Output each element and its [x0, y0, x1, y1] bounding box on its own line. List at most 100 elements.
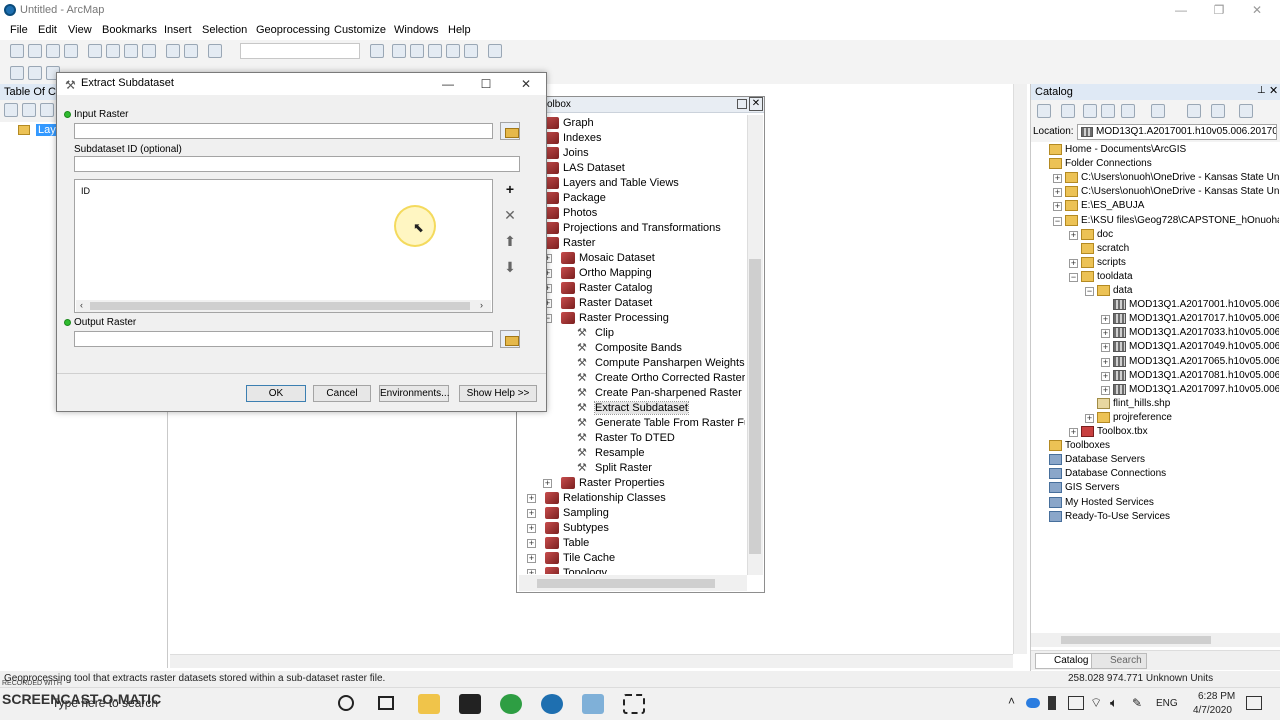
move-down-icon[interactable]: ⬇	[500, 257, 520, 277]
back-icon[interactable]	[1037, 104, 1051, 118]
tool-item[interactable]: ⚒ Clip	[517, 326, 745, 341]
toolset-item[interactable]: Graph	[517, 116, 745, 131]
toolset-item[interactable]: + Sampling	[517, 506, 745, 521]
catalog-item[interactable]: + doc	[1031, 228, 1279, 242]
browse-input-button[interactable]	[500, 122, 520, 140]
catalog-item[interactable]: − E:\KSU files\Geog728\CAPSTONE_hOnuoha	[1031, 214, 1279, 228]
expand-icon[interactable]: +	[1101, 315, 1110, 324]
expand-icon[interactable]: +	[1053, 174, 1062, 183]
catalog-scroll-thumb[interactable]	[1061, 636, 1211, 644]
toolset-item[interactable]: Photos	[517, 206, 745, 221]
menu-selection[interactable]: Selection	[202, 24, 247, 36]
open-icon[interactable]	[28, 44, 42, 58]
search-window-icon[interactable]	[428, 44, 442, 58]
scale-combo[interactable]	[240, 43, 360, 59]
catalog-item[interactable]: Database Servers	[1031, 453, 1279, 467]
menu-insert[interactable]: Insert	[164, 24, 192, 36]
file-explorer-icon[interactable]	[418, 694, 440, 714]
toolset-item[interactable]: Indexes	[517, 131, 745, 146]
arctoolbox-close-button[interactable]: ✕	[749, 97, 763, 111]
toolset-item[interactable]: Projections and Transformations	[517, 221, 745, 236]
toolset-item[interactable]: Package	[517, 191, 745, 206]
catalog-item[interactable]: scratch	[1031, 242, 1279, 256]
collapse-icon[interactable]: −	[1053, 217, 1062, 226]
cortana-icon[interactable]	[338, 695, 354, 711]
expand-icon[interactable]: +	[527, 524, 536, 533]
catalog-item[interactable]: + Toolbox.tbx	[1031, 425, 1279, 439]
options-icon[interactable]	[1211, 104, 1225, 118]
catalog-item[interactable]: + MOD13Q1.A2017097.h10v05.006.2017	[1031, 383, 1279, 397]
zoom-in-icon[interactable]	[10, 66, 24, 80]
toolset-item[interactable]: + Relationship Classes	[517, 491, 745, 506]
catalog-item[interactable]: flint_hills.shp	[1031, 397, 1279, 411]
arcmap-taskbar-icon[interactable]	[541, 694, 563, 714]
toolset-item[interactable]: + Ortho Mapping	[517, 266, 745, 281]
tool-item[interactable]: ⚒ Compute Pansharpen Weights	[517, 356, 745, 371]
input-raster-field[interactable]	[74, 123, 493, 139]
toolset-item[interactable]: + Topology	[517, 566, 745, 574]
clock-date[interactable]: 4/7/2020	[1193, 705, 1232, 716]
catalog-item[interactable]: + C:\Users\onuoh\OneDrive - Kansas State …	[1031, 171, 1279, 185]
menu-file[interactable]: File	[10, 24, 28, 36]
catalog-item[interactable]: Folder Connections	[1031, 157, 1279, 171]
list-by-source-icon[interactable]	[22, 103, 36, 117]
snipping-tool-icon[interactable]	[623, 694, 645, 714]
expand-icon[interactable]: +	[1101, 386, 1110, 395]
toolset-item[interactable]: + Mosaic Dataset	[517, 251, 745, 266]
catalog-item[interactable]: Database Connections	[1031, 467, 1279, 481]
ok-button[interactable]: OK	[246, 385, 306, 402]
auto-hide-icon[interactable]	[737, 99, 747, 109]
battery-icon[interactable]	[1048, 696, 1056, 710]
language-indicator[interactable]: ENG	[1156, 698, 1178, 709]
catalog-item[interactable]: Home - Documents\ArcGIS	[1031, 143, 1279, 157]
new-icon[interactable]	[10, 44, 24, 58]
expand-icon[interactable]: +	[1069, 428, 1078, 437]
expand-icon[interactable]: +	[1053, 188, 1062, 197]
cancel-button[interactable]: Cancel	[313, 385, 371, 402]
toolset-item[interactable]: Raster	[517, 236, 745, 251]
collapse-icon[interactable]: −	[1085, 287, 1094, 296]
catalog-item[interactable]: Ready-To-Use Services	[1031, 510, 1279, 524]
map-horizontal-scrollbar[interactable]	[170, 654, 1013, 668]
cut-icon[interactable]	[88, 44, 102, 58]
network-icon[interactable]	[1068, 696, 1084, 710]
show-hidden-icons[interactable]: ˄	[1008, 694, 1015, 708]
notifications-icon[interactable]	[1246, 696, 1262, 710]
python-icon[interactable]	[464, 44, 478, 58]
expand-icon[interactable]: +	[1053, 202, 1062, 211]
menu-customize[interactable]: Customize	[334, 24, 386, 36]
environments-button[interactable]: Environments...	[379, 385, 449, 402]
catalog-item[interactable]: + MOD13Q1.A2017065.h10v05.006.2017	[1031, 355, 1279, 369]
chrome-icon[interactable]	[500, 694, 522, 714]
tool-item[interactable]: ⚒ Create Ortho Corrected Raster Da	[517, 371, 745, 386]
subdataset-id-field[interactable]	[74, 156, 520, 172]
catalog-item[interactable]: + scripts	[1031, 256, 1279, 270]
home-icon[interactable]	[1101, 104, 1115, 118]
up-one-level-icon[interactable]	[1083, 104, 1097, 118]
add-row-icon[interactable]: +	[500, 179, 520, 199]
copy-icon[interactable]	[106, 44, 120, 58]
forward-icon[interactable]	[1061, 104, 1075, 118]
expand-icon[interactable]: +	[527, 539, 536, 548]
print-icon[interactable]	[64, 44, 78, 58]
catalog-item[interactable]: GIS Servers	[1031, 481, 1279, 495]
catalog-item[interactable]: + C:\Users\onuoh\OneDrive - Kansas State …	[1031, 185, 1279, 199]
expand-icon[interactable]: +	[1101, 358, 1110, 367]
catalog-close-button[interactable]: ✕	[1269, 84, 1278, 97]
task-view-icon[interactable]	[378, 696, 394, 710]
catalog-item[interactable]: + MOD13Q1.A2017033.h10v05.006.2017	[1031, 326, 1279, 340]
close-button[interactable]: ✕	[1238, 2, 1276, 20]
tool-item[interactable]: ⚒ Raster To DTED	[517, 431, 745, 446]
pin-icon[interactable]: ⊥	[1257, 85, 1266, 96]
menu-edit[interactable]: Edit	[38, 24, 57, 36]
expand-icon[interactable]: +	[1085, 414, 1094, 423]
tool-item[interactable]: ⚒ Resample	[517, 446, 745, 461]
views-icon[interactable]	[1151, 104, 1165, 118]
toolset-item[interactable]: LAS Dataset	[517, 161, 745, 176]
location-field[interactable]: MOD13Q1.A2017001.h10v05.006.20170	[1077, 124, 1277, 140]
editor-icon[interactable]	[370, 44, 384, 58]
undo-icon[interactable]	[166, 44, 180, 58]
subdataset-list[interactable]: ID ‹ ›	[74, 179, 493, 313]
scroll-right-icon[interactable]: ›	[480, 300, 483, 310]
menu-view[interactable]: View	[68, 24, 92, 36]
